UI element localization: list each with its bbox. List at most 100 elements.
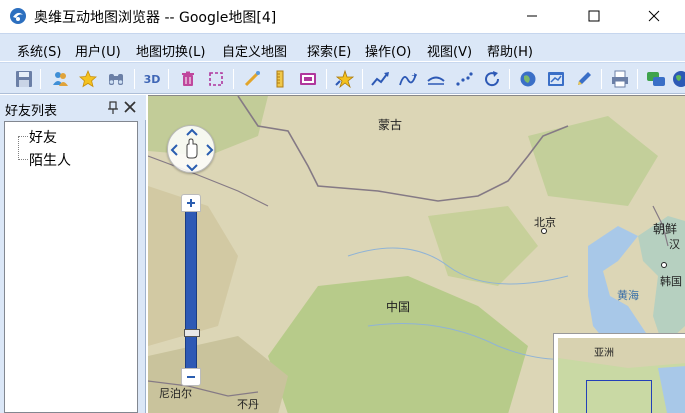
pin-icon[interactable] [107,101,119,115]
pan-arrows-icon [170,128,214,172]
print-icon [612,70,628,88]
plus-icon [187,199,195,207]
3d-button[interactable]: 3D [141,68,163,90]
select-rect-icon [209,72,223,86]
map-edit-icon [548,72,564,86]
menu-operation[interactable]: 操作(O) [365,41,411,60]
curve-button[interactable]: + [397,68,419,90]
screen-icon [300,73,316,85]
toolbar-separator [326,69,327,89]
road-button[interactable] [425,68,447,90]
minus-icon [187,376,195,378]
measure-pen-icon [244,71,260,87]
menu-user[interactable]: 用户(U) [75,41,121,60]
minimize-button[interactable] [509,0,555,32]
points-button[interactable] [453,68,475,90]
map-label-china: 中国 [386,300,411,314]
overview-label-asia: 亚洲 [594,348,614,359]
ruler-button[interactable] [269,68,291,90]
route-icon [371,72,389,86]
delete-button[interactable] [177,68,199,90]
overview-map-image: 亚洲 [558,338,685,413]
tree-item-friends[interactable]: 好友 [29,127,57,147]
friends-panel: 好友列表 好友 陌生人 [0,95,146,413]
rotate-icon [485,71,500,87]
chat-button[interactable] [645,68,667,90]
tree-connector [18,136,28,137]
road-icon [427,76,445,85]
select-rect-button[interactable] [205,68,227,90]
users-icon [53,72,68,86]
save-icon [16,71,32,87]
friends-panel-header: 好友列表 [0,95,146,120]
map-label-korea-north: 朝鲜 [653,222,678,236]
users-button[interactable] [49,68,71,90]
window-title: 奥维互动地图浏览器 -- Google地图[4] [34,10,277,26]
menu-system[interactable]: 系统(S) [17,41,61,60]
print-button[interactable] [609,68,631,90]
favorite-button[interactable] [77,68,99,90]
earth-icon [673,71,685,87]
toolbar-separator [233,69,234,89]
map-label-yellow-sea: 黄海 [617,289,639,302]
tree-item-strangers[interactable]: 陌生人 [29,150,71,170]
toolbar-separator [40,69,41,89]
globe-button[interactable] [517,68,539,90]
menu-custom-map[interactable]: 自定义地图 [222,41,287,60]
close-button[interactable] [631,0,677,32]
panel-close-icon[interactable] [123,100,137,114]
map-label-korea-partial: 汉 [669,238,680,251]
chat-icon [647,72,665,86]
toolbar-separator [362,69,363,89]
pencil-button[interactable] [573,68,595,90]
map-label-mongolia: 蒙古 [378,118,403,132]
binoculars-icon [109,74,123,85]
menu-map-switch[interactable]: 地图切换(L) [136,41,205,60]
friends-panel-title: 好友列表 [5,104,58,119]
zoom-handle[interactable] [184,329,200,337]
maximize-button[interactable] [571,0,617,32]
menu-view[interactable]: 视图(V) [427,41,472,60]
toolbar-separator [134,69,135,89]
map-label-korea-south: 韩国 [660,275,682,288]
favorite-star-icon [79,70,97,88]
route-button[interactable] [369,68,391,90]
pan-control[interactable] [167,125,215,173]
map-view[interactable]: 蒙古 北京 中国 朝鲜 汉 韩国 黄海 尼泊尔 不丹 亚洲 [148,95,685,413]
toolbar-separator [637,69,638,89]
beijing-city-dot [541,228,547,234]
zoom-slider[interactable] [181,194,201,386]
delete-icon [182,71,194,86]
add-star-button[interactable] [333,68,355,90]
toolbar-separator [168,69,169,89]
zoom-out-button[interactable] [181,368,201,386]
binoculars-button[interactable] [105,68,127,90]
screen-button[interactable] [297,68,319,90]
tree-connector [18,136,19,160]
menu-bar: 系统(S) 用户(U) 地图切换(L) 自定义地图 探索(E) 操作(O) 视图… [0,33,685,61]
earth-button[interactable] [670,68,685,90]
friends-tree: 好友 陌生人 [4,121,138,413]
toolbar-separator [601,69,602,89]
map-label-bhutan: 不丹 [237,398,259,411]
rotate-button[interactable] [481,68,503,90]
add-star-icon [335,69,354,89]
zoom-in-button[interactable] [181,194,201,212]
seoul-city-dot [661,262,667,268]
maximize-icon [588,10,600,22]
menu-help[interactable]: 帮助(H) [487,41,533,60]
overview-map[interactable]: 亚洲 [553,333,685,413]
toolbar-separator [509,69,510,89]
save-button[interactable] [13,68,35,90]
toolbar: 3D + [0,62,685,94]
map-label-nepal: 尼泊尔 [159,387,192,400]
menu-explore[interactable]: 探索(E) [307,41,351,60]
points-icon [456,72,473,86]
overview-viewport-box[interactable] [586,380,652,413]
close-icon [648,10,660,22]
zoom-bar[interactable] [184,212,200,368]
map-edit-button[interactable] [545,68,567,90]
minimize-icon [527,15,537,17]
measure-button[interactable] [241,68,263,90]
svg-text:+: + [411,71,418,80]
